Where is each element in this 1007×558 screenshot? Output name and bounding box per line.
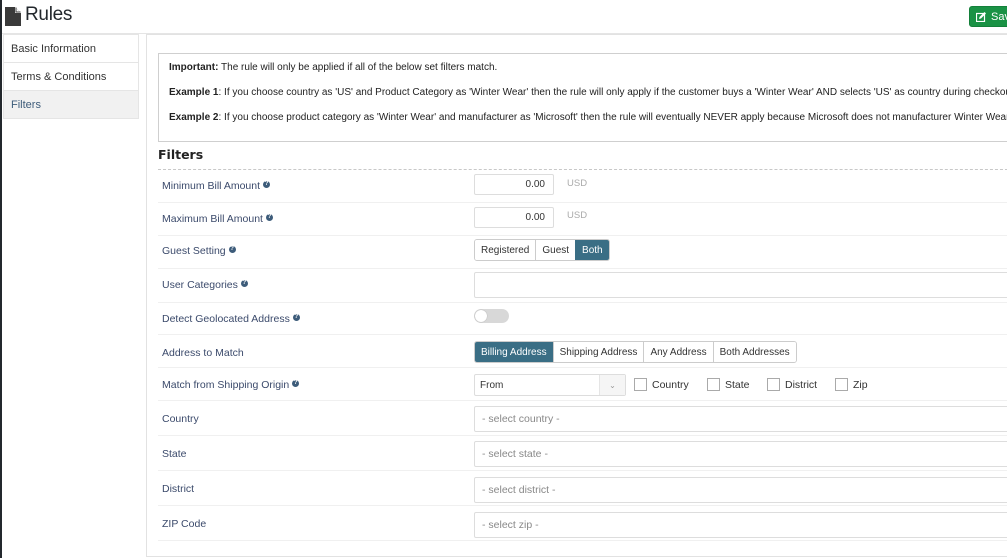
admin-sidebar-edge	[0, 0, 2, 558]
save-label: Save	[991, 10, 1007, 23]
country-label: Country	[162, 413, 199, 425]
info-notice: Important: The rule will only be applied…	[158, 53, 1007, 142]
district-select[interactable]: - select district -	[474, 477, 1007, 503]
max-bill-label: Maximum Bill Amount?	[162, 213, 273, 225]
edit-icon	[976, 11, 986, 22]
toggle-knob	[475, 310, 487, 322]
help-icon[interactable]: ?	[265, 214, 273, 221]
checkbox-country[interactable]: Country	[634, 378, 689, 391]
checkbox-state[interactable]: State	[707, 378, 750, 391]
shipping-origin-value: From	[480, 379, 504, 391]
help-icon[interactable]: ?	[263, 181, 271, 188]
sidebar-nav: Basic Information Terms & Conditions Fil…	[3, 34, 139, 119]
guest-setting-row: Guest Setting? Registered Guest Both	[158, 236, 1007, 269]
notice-example-2: Example 2: If you choose product categor…	[169, 112, 1007, 123]
notice-important: Important: The rule will only be applied…	[169, 62, 498, 73]
min-bill-label: Minimum Bill Amount?	[162, 180, 271, 192]
user-categories-input[interactable]	[474, 272, 1007, 298]
detect-geo-toggle[interactable]	[474, 309, 509, 323]
sidebar-item-label: Filters	[11, 98, 41, 111]
help-icon[interactable]: ?	[240, 280, 248, 287]
filters-panel: Important: The rule will only be applied…	[146, 34, 1007, 557]
user-categories-row: User Categories?	[158, 269, 1007, 303]
max-bill-row: Maximum Bill Amount? USD	[158, 203, 1007, 236]
zip-label: ZIP Code	[162, 518, 207, 530]
sidebar-item-terms-conditions[interactable]: Terms & Conditions	[4, 62, 138, 90]
guest-option-both[interactable]: Both	[575, 240, 609, 260]
help-icon[interactable]: ?	[228, 246, 236, 253]
checkbox-box[interactable]	[707, 378, 720, 391]
detect-geo-label: Detect Geolocated Address?	[162, 313, 300, 325]
address-option-both[interactable]: Both Addresses	[712, 342, 796, 362]
guest-setting-label: Guest Setting?	[162, 245, 236, 257]
page-header: Rules	[2, 0, 1007, 34]
address-option-any[interactable]: Any Address	[643, 342, 713, 362]
zip-select[interactable]: - select zip -	[474, 512, 1007, 538]
guest-option-registered[interactable]: Registered	[475, 240, 536, 260]
help-icon[interactable]: ?	[292, 314, 300, 321]
address-match-row: Address to Match Billing Address Shippin…	[158, 335, 1007, 368]
chevron-down-icon: ⌄	[599, 375, 625, 395]
shipping-origin-label: Match from Shipping Origin?	[162, 379, 300, 391]
guest-option-guest[interactable]: Guest	[535, 240, 576, 260]
checkbox-box[interactable]	[767, 378, 780, 391]
state-select[interactable]: - select state -	[474, 441, 1007, 467]
filters-heading: Filters	[158, 147, 204, 162]
max-bill-currency: USD	[567, 210, 588, 221]
address-option-billing[interactable]: Billing Address	[475, 342, 553, 362]
district-label: District	[162, 483, 195, 495]
checkbox-box[interactable]	[634, 378, 647, 391]
guest-setting-toggle-group: Registered Guest Both	[474, 239, 610, 261]
max-bill-input[interactable]	[474, 207, 554, 228]
country-select[interactable]: - select country -	[474, 406, 1007, 432]
min-bill-input[interactable]	[474, 174, 554, 195]
min-bill-row: Minimum Bill Amount? USD	[158, 170, 1007, 203]
sidebar-item-label: Basic Information	[11, 42, 96, 55]
document-icon	[5, 7, 21, 26]
checkbox-box[interactable]	[835, 378, 848, 391]
address-option-shipping[interactable]: Shipping Address	[552, 342, 644, 362]
address-match-label: Address to Match	[162, 347, 244, 359]
notice-example-1: Example 1: If you choose country as 'US'…	[169, 87, 1007, 98]
page-title: Rules	[25, 4, 73, 25]
district-row: District - select district -	[158, 471, 1007, 506]
country-row: Country - select country -	[158, 401, 1007, 436]
state-row: State - select state -	[158, 436, 1007, 471]
detect-geo-row: Detect Geolocated Address?	[158, 303, 1007, 335]
save-button[interactable]: Save	[969, 6, 1007, 27]
sidebar-item-basic-information[interactable]: Basic Information	[4, 34, 138, 62]
user-categories-label: User Categories?	[162, 279, 248, 291]
zip-row: ZIP Code - select zip -	[158, 506, 1007, 541]
min-bill-currency: USD	[567, 178, 588, 189]
shipping-origin-row: Match from Shipping Origin? From ⌄ Count…	[158, 368, 1007, 401]
address-match-toggle-group: Billing Address Shipping Address Any Add…	[474, 341, 797, 363]
checkbox-zip[interactable]: Zip	[835, 378, 868, 391]
sidebar-item-label: Terms & Conditions	[11, 70, 107, 83]
state-label: State	[162, 448, 187, 460]
shipping-origin-select[interactable]: From ⌄	[474, 374, 626, 396]
checkbox-district[interactable]: District	[767, 378, 817, 391]
help-icon[interactable]: ?	[292, 380, 300, 387]
sidebar-item-filters[interactable]: Filters	[4, 90, 138, 118]
